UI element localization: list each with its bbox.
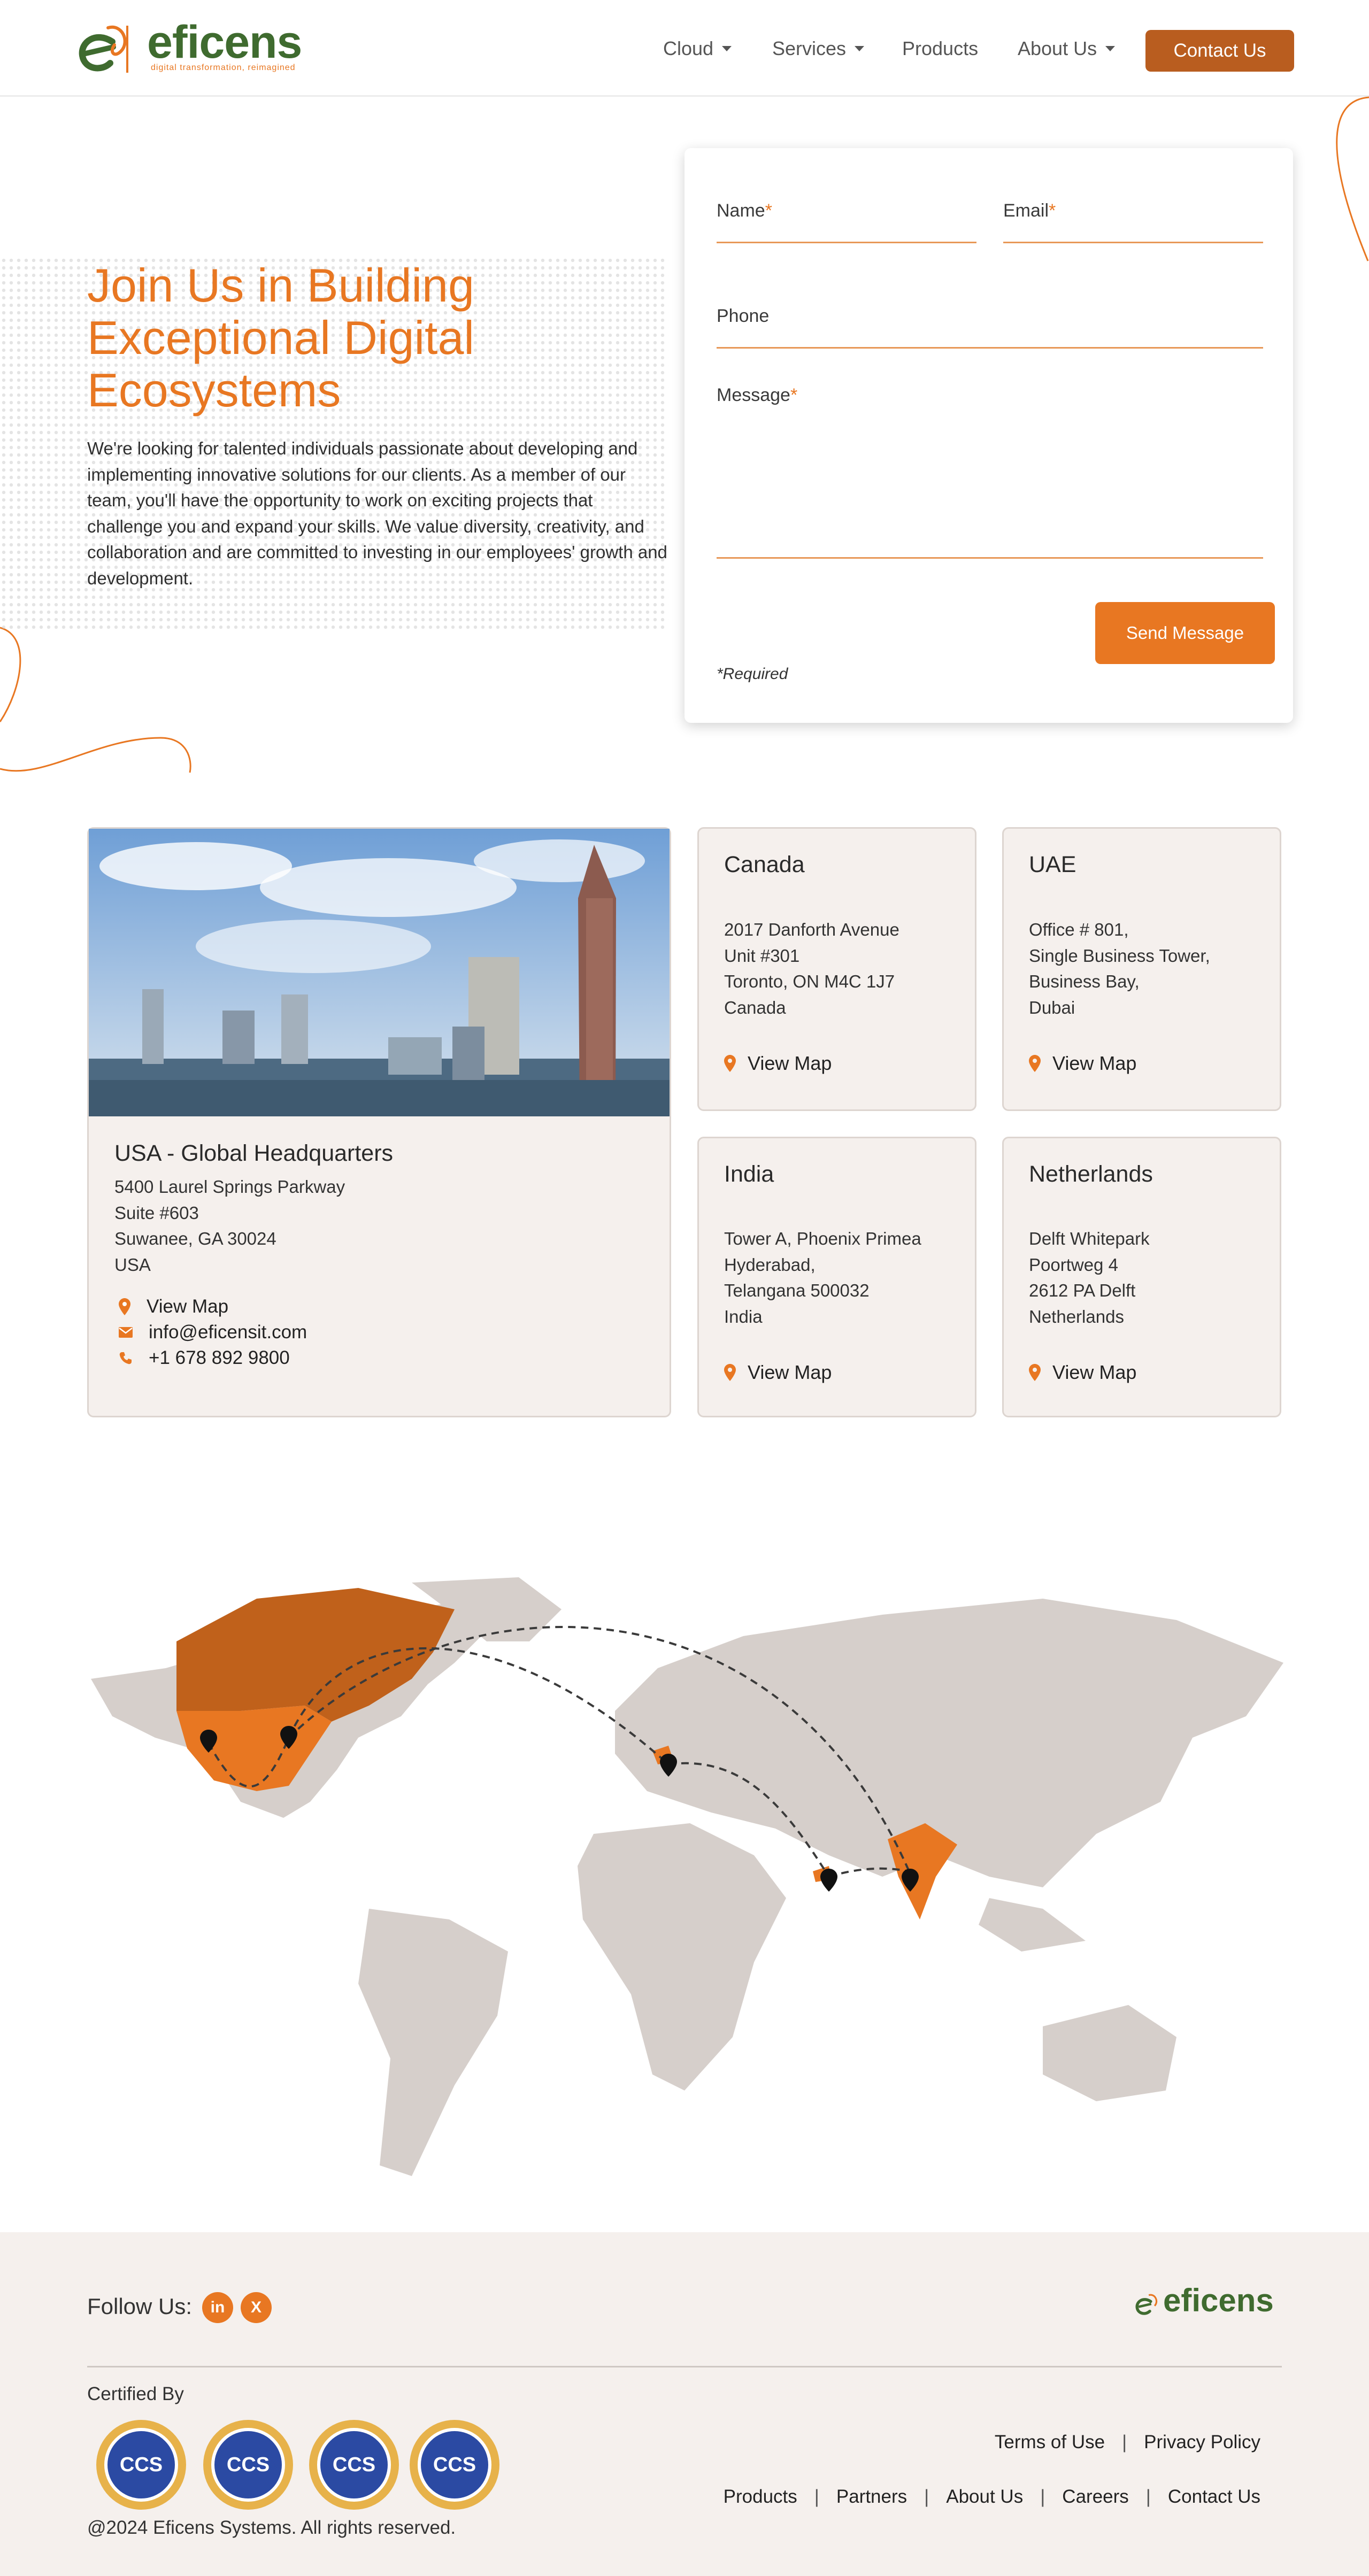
ccs-certification-badge: CCS [203,2420,293,2510]
office-address: 5400 Laurel Springs Parkway Suite #603 S… [114,1177,345,1275]
name-input[interactable] [717,242,976,243]
office-title: Netherlands [1029,1161,1153,1187]
footer-legal-links: Terms of Use | Privacy Policy [994,2432,1260,2453]
footer-link-about-us[interactable]: About Us [946,2486,1023,2508]
city-skyline-image [89,829,670,1116]
footer-link-partners[interactable]: Partners [836,2486,907,2508]
follow-us-label: Follow Us: [87,2294,193,2319]
map-pin-icon [1029,1364,1041,1381]
nav-item-cloud[interactable]: Cloud [663,37,732,60]
email-field-label: Email* [1003,200,1056,221]
phone-field-label: Phone [717,306,770,326]
x-icon[interactable]: X [241,2292,272,2323]
nav-item-label: About Us [1018,37,1097,59]
africa-landmass [578,1823,786,2091]
nav-item-label: Services [772,37,847,59]
logo-tagline: digital transformation, reimagined [151,63,296,72]
office-title: Canada [724,852,805,877]
view-map-link[interactable]: View Map [1029,1361,1136,1384]
eficens-logo-icon[interactable] [75,20,134,76]
nav-item-label: Products [902,37,979,59]
message-textarea[interactable] [717,557,1263,559]
indonesia-landmass [979,1898,1086,1952]
map-pin-icon [724,1055,736,1072]
phone-icon [119,1352,132,1364]
footer-logo-wordmark[interactable]: eficens [1163,2282,1274,2319]
footer-link-terms[interactable]: Terms of Use [995,2432,1105,2453]
decorative-curve [1336,96,1369,261]
office-title: India [724,1161,774,1187]
office-address: Tower A, Phoenix Primea Hyderabad, Telan… [724,1229,921,1326]
ccs-certification-badge: CCS [96,2420,186,2510]
map-pin-icon [724,1364,736,1381]
decorative-curve [0,627,191,773]
office-address: 2017 Danforth Avenue Unit #301 Toronto, … [724,920,899,1017]
top-navbar: eficens digital transformation, reimagin… [0,0,1369,97]
nav-item-products[interactable]: Products [902,37,978,60]
hero-description: We're looking for talented individuals p… [87,438,667,588]
contact-us-button[interactable]: Contact Us [1145,30,1294,72]
hero-title: Join Us in Building Exceptional Digital … [87,259,474,417]
footer-link-privacy[interactable]: Privacy Policy [1144,2432,1260,2453]
caret-down-icon [1105,46,1116,51]
view-map-link[interactable]: View Map [1029,1052,1136,1075]
caret-down-icon [722,46,732,51]
map-pin-icon [1029,1055,1041,1072]
copyright-text: @2024 Eficens Systems. All rights reserv… [87,2517,456,2538]
envelope-icon [119,1327,133,1338]
message-field-label: Message* [717,385,798,405]
world-map-offices [91,1577,1283,2176]
footer-link-contact-us[interactable]: Contact Us [1168,2486,1260,2508]
footer-divider [87,2366,1282,2367]
certified-by-label: Certified By [87,2384,184,2404]
view-map-link[interactable]: View Map [724,1361,832,1384]
email-input[interactable] [1003,242,1263,243]
required-note: *Required [717,665,788,683]
office-address: Delft Whitepark Poortweg 4 2612 PA Delft… [1029,1229,1150,1326]
view-map-link[interactable]: View Map [724,1052,832,1075]
logo-wordmark[interactable]: eficens [147,16,302,69]
south-america-landmass [358,1909,508,2176]
eficens-footer-logo-icon [1135,2294,1158,2315]
phone-link[interactable]: +1 678 892 9800 [119,1345,290,1371]
nav-item-about-us[interactable]: About Us [1018,37,1116,60]
name-field-label: Name* [717,200,772,221]
phone-input[interactable] [717,347,1263,349]
ccs-certification-badge: CCS [410,2420,499,2510]
ccs-certification-badge: CCS [309,2420,399,2510]
office-address: Office # 801, Single Business Tower, Bus… [1029,920,1210,1017]
footer-link-careers[interactable]: Careers [1062,2486,1128,2508]
linkedin-icon[interactable]: in [202,2292,233,2323]
send-message-button[interactable]: Send Message [1095,602,1275,664]
australia-landmass [1043,2005,1176,2101]
nav-item-services[interactable]: Services [772,37,865,60]
office-title: UAE [1029,852,1076,877]
email-link[interactable]: info@eficensit.com [119,1320,307,1345]
footer-link-products[interactable]: Products [724,2486,797,2508]
view-map-link[interactable]: View Map [119,1294,228,1320]
map-pin-icon [119,1298,130,1315]
nav-item-label: Cloud [663,37,714,59]
office-title: USA - Global Headquarters [114,1140,394,1166]
india-highlight [888,1823,957,1919]
caret-down-icon [855,46,865,51]
footer-nav-links: Products | Partners | About Us | Careers | C… [723,2486,1260,2508]
